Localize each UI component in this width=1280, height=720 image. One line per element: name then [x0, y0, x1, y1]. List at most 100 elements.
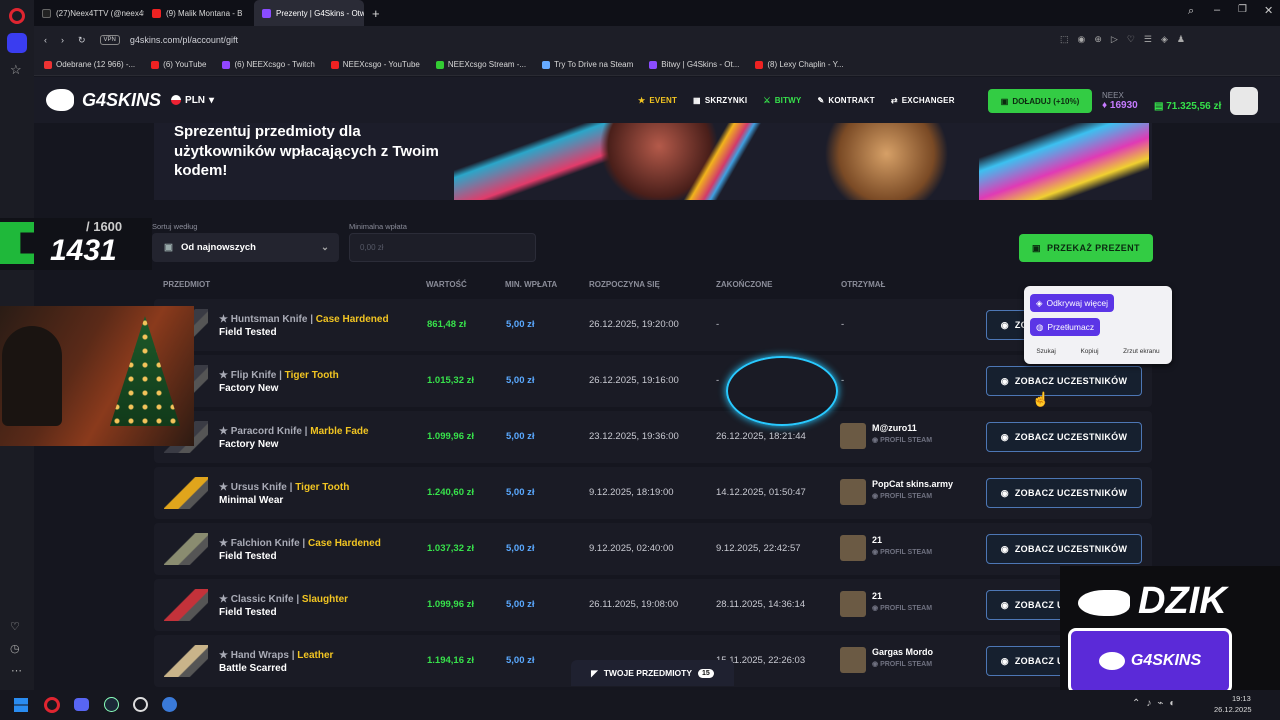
your-items-bar[interactable]: ◤ TWOJE PRZEDMIOTY 15 [571, 660, 734, 686]
gift-button[interactable]: ▣ PRZEKAŻ PREZENT [1019, 234, 1153, 262]
eye-icon: ◉ [1000, 655, 1009, 666]
vpn-badge[interactable]: VPN [99, 35, 120, 45]
gift-banner: Sprezentuj przedmioty dla użytkowników w… [154, 123, 1152, 200]
item-wear: Minimal Wear [219, 495, 284, 506]
steam-profile-link[interactable]: ◉ PROFIL STEAM [872, 548, 932, 556]
steam-profile-link[interactable]: ◉ PROFIL STEAM [872, 492, 932, 500]
windows-start-icon[interactable] [14, 698, 28, 712]
nav-exchanger[interactable]: ⇄ EXCHANGER [891, 96, 955, 105]
toolbar-icons[interactable]: ⬚◉⊕▷♡☰◈♟ [1060, 34, 1194, 45]
tray-icons[interactable]: ⌃♪⌁◐ [1132, 698, 1181, 709]
star-icon: ★ [219, 538, 231, 549]
steam-profile-link[interactable]: ◉ PROFIL STEAM [872, 660, 932, 668]
deposit-label: DOŁADUJ (+10%) [1012, 96, 1080, 106]
sponsor-label: G4SKINS [1130, 652, 1202, 669]
discord-icon[interactable] [74, 698, 89, 711]
bookmark-item[interactable]: (6) NEEXcsgo - Twitch [222, 60, 315, 69]
heart-icon[interactable]: ♡ [10, 620, 20, 633]
steam-icon[interactable] [104, 697, 119, 712]
maximize-icon[interactable]: ❐ [1238, 4, 1247, 15]
user-balance[interactable]: NEEX ♦ 16930 ▤ 71.325,56 zł [1102, 91, 1221, 112]
app-icon[interactable] [162, 697, 177, 712]
tab-twitch[interactable]: (27)Neex4TTV (@neex4ttv) [34, 0, 144, 26]
bookmark-item[interactable]: Try To Drive na Steam [542, 60, 633, 69]
item-name[interactable]: ★ Hand Wraps | Leather Battle Scarred [219, 649, 333, 675]
min-deposit: 5,00 zł [506, 487, 535, 498]
sort-select[interactable]: ▣ Od najnowszych ⌄ [152, 233, 339, 262]
skin-name: Tiger Tooth [284, 370, 339, 381]
item-name[interactable]: ★ Classic Knife | Slaughter Field Tested [219, 593, 348, 619]
more-icon[interactable]: ⋯ [11, 664, 22, 677]
close-icon[interactable]: ✕ [1264, 4, 1273, 17]
see-participants-button[interactable]: ◉ ZOBACZ UCZESTNIKÓW [986, 478, 1142, 508]
discover-button[interactable]: ◈ Odkrywaj więcej [1030, 294, 1114, 312]
item-name[interactable]: ★ Huntsman Knife | Case Hardened Field T… [219, 313, 389, 339]
translate-button[interactable]: ◍ Przetłumacz [1030, 318, 1101, 336]
see-participants-button[interactable]: ◉ ZOBACZ UCZESTNIKÓW [986, 366, 1142, 396]
dzik-label: DZIK [1138, 580, 1227, 622]
item-image [164, 533, 208, 565]
points-value: 16930 [1109, 100, 1138, 111]
new-tab-button[interactable]: + [364, 0, 388, 26]
minimize-icon[interactable]: – [1214, 4, 1220, 16]
back-icon[interactable]: ‹ [44, 35, 47, 45]
screenshot-option[interactable]: Zrzut ekranu [1123, 348, 1160, 355]
see-participants-button[interactable]: ◉ ZOBACZ UCZESTNIKÓW [986, 422, 1142, 452]
star-icon[interactable]: ☆ [10, 62, 22, 78]
currency-select[interactable]: PLN ▾ [171, 95, 214, 106]
eye-icon: ◉ [1000, 543, 1009, 554]
nav-battles[interactable]: ⚔ BITWY [763, 96, 801, 105]
bookmark-item[interactable]: NEEXcsgo Stream -... [435, 60, 526, 69]
bookmark-icon [755, 60, 764, 69]
search-icon[interactable]: ⌕ [1188, 5, 1194, 18]
tab-g4skins[interactable]: Prezenty | G4Skins - Otw [254, 0, 364, 26]
steam-profile-link[interactable]: ◉ PROFIL STEAM [872, 436, 932, 444]
history-icon[interactable]: ◷ [10, 642, 20, 655]
discover-label: Odkrywaj więcej [1046, 298, 1108, 308]
deposit-button[interactable]: ▣ DOŁADUJ (+10%) [988, 89, 1092, 113]
home-icon[interactable] [7, 33, 27, 53]
opera-logo-icon[interactable] [9, 8, 25, 24]
currency-label: PLN [185, 94, 206, 106]
min-deposit-input[interactable]: 0,00 zł [349, 233, 536, 262]
bookmark-icon [649, 60, 658, 69]
end-date: 9.12.2025, 22:42:57 [716, 543, 801, 554]
see-participants-button[interactable]: ◉ ZOBACZ UCZESTNIKÓW [986, 534, 1142, 564]
item-value: 1.037,32 zł [427, 543, 475, 554]
item-name[interactable]: ★ Paracord Knife | Marble Fade Factory N… [219, 425, 369, 451]
bookmark-item[interactable]: Bitwy | G4Skins - Ot... [649, 60, 739, 69]
winner-name: PopCat skins.army [872, 479, 954, 489]
steam-profile-link[interactable]: ◉ PROFIL STEAM [872, 604, 932, 612]
weapon-name: Flip Knife [230, 370, 277, 381]
url-field[interactable]: g4skins.com/pl/account/gift [130, 35, 238, 45]
bookmark-item[interactable]: NEEXcsgo - YouTube [330, 60, 420, 69]
reload-icon[interactable]: ↻ [78, 35, 86, 46]
avatar[interactable] [1230, 87, 1258, 115]
copy-option[interactable]: Kopiuj [1080, 348, 1098, 355]
items-count: 15 [698, 668, 714, 678]
opera-taskbar-icon[interactable] [44, 697, 60, 713]
winner-name: Gargas Mordo [872, 647, 934, 657]
nav-label: KONTRAKT [828, 95, 875, 105]
tab-label: Prezenty | G4Skins - Otw [276, 8, 364, 18]
bookmark-item[interactable]: (6) YouTube [151, 60, 206, 69]
battle-icon: ⚔ [763, 95, 771, 105]
skin-name: Case Hardened [315, 314, 389, 325]
winner-avatar [840, 479, 866, 505]
weapon-name: Huntsman Knife [230, 314, 308, 325]
tab-youtube[interactable]: (9) Malik Montana - B [144, 0, 254, 26]
nav-contract[interactable]: ✎ KONTRAKT [817, 96, 874, 105]
site-logo[interactable]: G4SKINS [46, 89, 161, 111]
forward-icon[interactable]: › [61, 35, 64, 45]
nav-crates[interactable]: ▦ SKRZYNKI [693, 96, 747, 105]
obs-icon[interactable] [133, 697, 148, 712]
bookmark-item[interactable]: Odebrane (12 966) -... [44, 60, 135, 69]
item-name[interactable]: ★ Ursus Knife | Tiger Tooth Minimal Wear [219, 481, 349, 507]
nav-event[interactable]: ★ EVENT [638, 96, 677, 105]
search-option[interactable]: Szukaj [1036, 348, 1056, 355]
item-name[interactable]: ★ Flip Knife | Tiger Tooth Factory New [219, 369, 339, 395]
steam-profile-label: PROFIL STEAM [880, 437, 933, 444]
table-row: ★ Paracord Knife | Marble Fade Factory N… [154, 411, 1152, 463]
bookmark-item[interactable]: (8) Lexy Chaplin - Y... [755, 60, 844, 69]
item-name[interactable]: ★ Falchion Knife | Case Hardened Field T… [219, 537, 381, 563]
